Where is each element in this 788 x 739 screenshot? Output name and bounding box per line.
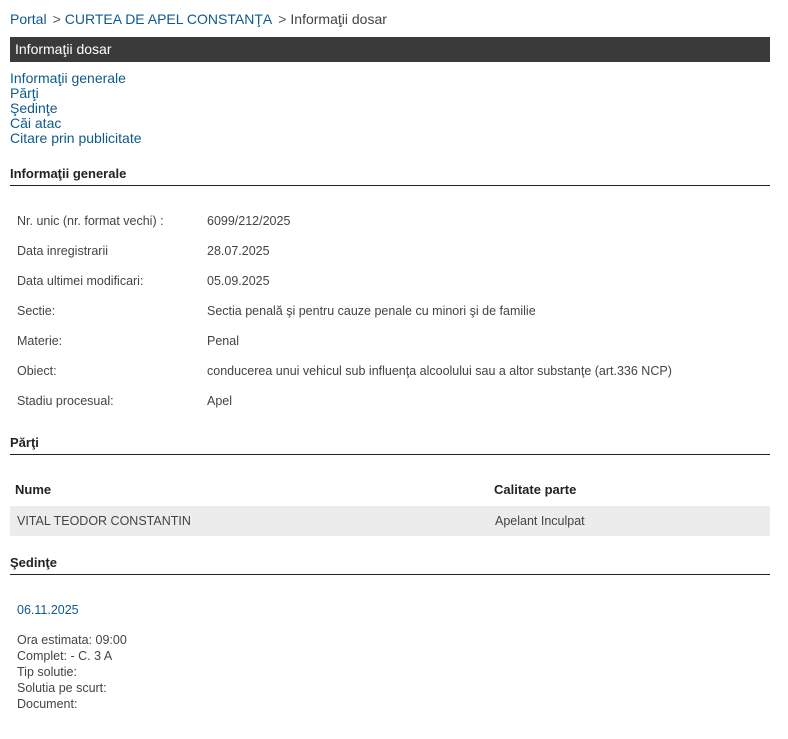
info-value: Sectia penală şi pentru cauze penale cu … — [207, 304, 536, 318]
nav-link-parti[interactable]: Părţi — [10, 86, 142, 101]
hearing-detail: Tip solutie: — [17, 665, 77, 679]
breadcrumb-portal-link[interactable]: Portal — [10, 11, 47, 27]
info-label: Obiect: — [17, 364, 57, 378]
nav-link-citare-publicitate[interactable]: Citare prin publicitate — [10, 131, 142, 146]
info-label: Stadiu procesual: — [17, 394, 114, 408]
page-title-bar: Informaţii dosar — [10, 37, 770, 62]
nav-link-sedinte[interactable]: Şedinţe — [10, 101, 142, 116]
info-row: Obiect: conducerea unui vehicul sub influ… — [17, 364, 672, 378]
info-row: Data ultimei modificari: 05.09.2025 — [17, 274, 270, 288]
section-heading-sedinte: Şedinţe — [10, 555, 770, 575]
nav-link-cai-atac[interactable]: Căi atac — [10, 116, 142, 131]
breadcrumb: Portal > CURTEA DE APEL CONSTANŢA > Informaţ… — [10, 11, 387, 27]
hearing-detail: Ora estimata: 09:00 — [17, 633, 127, 647]
info-value: Penal — [207, 334, 239, 348]
party-role: Apelant Inculpat — [495, 514, 585, 528]
breadcrumb-separator: > — [52, 11, 61, 27]
section-heading-informatii-generale: Informaţii generale — [10, 166, 770, 186]
info-value: 6099/212/2025 — [207, 214, 291, 228]
info-row: Data inregistrarii 28.07.2025 — [17, 244, 270, 258]
nav-link-informatii-generale[interactable]: Informaţii generale — [10, 71, 142, 86]
breadcrumb-court-link[interactable]: CURTEA DE APEL CONSTANŢA — [65, 11, 272, 27]
table-row: VITAL TEODOR CONSTANTIN Apelant Inculpat — [10, 506, 770, 536]
info-label: Data ultimei modificari: — [17, 274, 144, 288]
info-row: Materie: Penal — [17, 334, 239, 348]
info-row: Nr. unic (nr. format vechi) : 6099/212/20… — [17, 214, 290, 228]
section-navigation: Informaţii generale Părţi Şedinţe Căi at… — [10, 71, 142, 146]
hearing-detail: Solutia pe scurt: — [17, 681, 107, 695]
page: Portal > CURTEA DE APEL CONSTANŢA > Informaţ… — [0, 0, 788, 739]
party-name: VITAL TEODOR CONSTANTIN — [17, 514, 191, 528]
info-value: Apel — [207, 394, 233, 408]
column-header-calitate-parte: Calitate parte — [494, 482, 577, 497]
hearing-detail: Complet: - C. 3 A — [17, 649, 113, 663]
info-row: Stadiu procesual: Apel — [17, 394, 232, 408]
hearing-detail: Document: — [17, 697, 78, 711]
info-label: Nr. unic (nr. format vechi) : — [17, 214, 164, 228]
info-value: conducerea unui vehicul sub influenţa al… — [207, 364, 672, 378]
info-row: Sectie: Sectia penală şi pentru cauze pen… — [17, 304, 536, 318]
info-value: 05.09.2025 — [207, 274, 270, 288]
info-label: Sectie: — [17, 304, 56, 318]
column-header-nume: Nume — [15, 482, 52, 497]
info-label: Materie: — [17, 334, 63, 348]
breadcrumb-current: Informaţii dosar — [290, 11, 387, 27]
info-value: 28.07.2025 — [207, 244, 270, 258]
hearing-date: 06.11.2025 — [17, 603, 79, 617]
breadcrumb-separator: > — [278, 11, 287, 27]
info-label: Data inregistrarii — [17, 244, 109, 258]
section-heading-parti: Părţi — [10, 435, 770, 455]
